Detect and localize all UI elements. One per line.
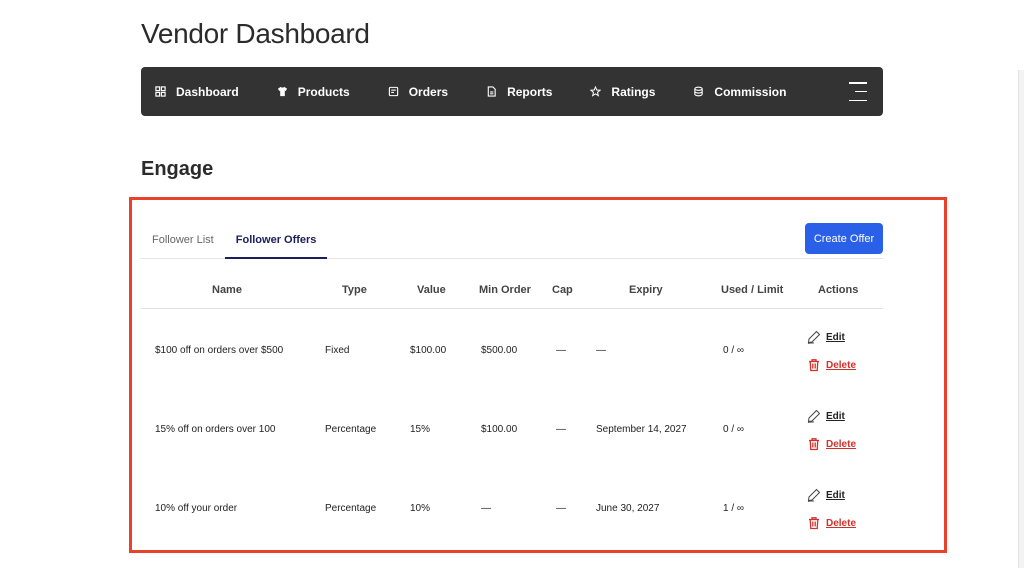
header-min-order: Min Order: [479, 284, 531, 296]
offer-tabs: Follower List Follower Offers: [141, 225, 883, 259]
edit-label: Edit: [826, 331, 845, 343]
header-type: Type: [342, 284, 367, 296]
nav-item-ratings[interactable]: Ratings: [590, 67, 655, 116]
cell-name: $100 off on orders over $500: [155, 345, 284, 356]
cell-expiry: June 30, 2027: [596, 503, 660, 514]
header-expiry: Expiry: [629, 284, 663, 296]
delete-link[interactable]: Delete: [807, 357, 856, 373]
pencil-icon: [807, 330, 821, 344]
table-row: 15% off on orders over 100 Percentage 15…: [141, 388, 883, 467]
cell-name: 10% off your order: [155, 503, 238, 514]
cell-used-limit: 1 / ∞: [723, 503, 745, 514]
cell-type: Percentage: [325, 503, 377, 514]
commission-icon: [694, 86, 704, 97]
cell-value: 15%: [410, 424, 431, 435]
header-name: Name: [212, 284, 242, 296]
cell-min-order: —: [481, 503, 491, 514]
section-title: Engage: [141, 158, 214, 180]
nav-label-ratings: Ratings: [611, 84, 656, 99]
nav-item-commission[interactable]: Commission: [693, 67, 786, 116]
nav-item-products[interactable]: Products: [277, 67, 350, 116]
nav-item-reports[interactable]: Reports: [486, 67, 552, 116]
trash-icon: [809, 517, 819, 530]
cell-cap: —: [556, 424, 566, 435]
cell-min-order: $500.00: [481, 345, 518, 356]
cell-min-order: $100.00: [481, 424, 518, 435]
tab-follower-offers[interactable]: Follower Offers: [224, 225, 328, 259]
trash-icon: [809, 359, 819, 372]
report-icon: [487, 86, 496, 97]
cell-cap: —: [556, 345, 566, 356]
cell-used-limit: 0 / ∞: [723, 424, 745, 435]
vendor-navbar: Dashboard Products Orders Reports Rating…: [141, 67, 883, 116]
cell-type: Percentage: [325, 424, 377, 435]
edit-label: Edit: [826, 410, 845, 422]
row-actions: Edit Delete: [807, 487, 856, 543]
create-offer-button[interactable]: Create Offer: [805, 223, 883, 254]
cell-value: $100.00: [410, 345, 447, 356]
cell-expiry: —: [596, 345, 606, 356]
header-value: Value: [417, 284, 446, 296]
nav-label-reports: Reports: [507, 84, 553, 99]
trash-icon: [809, 438, 819, 451]
delete-label: Delete: [826, 517, 857, 529]
delete-label: Delete: [826, 359, 857, 371]
edit-link[interactable]: Edit: [807, 487, 856, 503]
edit-label: Edit: [826, 489, 845, 501]
nav-item-dashboard[interactable]: Dashboard: [155, 67, 239, 116]
table-header: Name Type Value Min Order Cap Expiry Use…: [141, 272, 883, 309]
tab-follower-list[interactable]: Follower List: [141, 225, 225, 259]
edit-link[interactable]: Edit: [807, 408, 856, 424]
cell-value: 10%: [410, 503, 431, 514]
edit-link[interactable]: Edit: [807, 329, 856, 345]
orders-icon: [388, 86, 398, 97]
dashboard-icon: [155, 86, 166, 97]
delete-link[interactable]: Delete: [807, 515, 856, 531]
nav-label-products: Products: [297, 84, 350, 99]
table-row: 10% off your order Percentage 10% — — Ju…: [141, 467, 883, 546]
pencil-icon: [807, 409, 821, 423]
table-row: $100 off on orders over $500 Fixed $100.…: [141, 309, 883, 388]
page-title: Vendor Dashboard: [141, 18, 370, 49]
offers-table: Name Type Value Min Order Cap Expiry Use…: [141, 272, 883, 546]
header-used-limit: Used / Limit: [721, 284, 784, 296]
nav-label-orders: Orders: [408, 84, 449, 99]
header-cap: Cap: [552, 284, 573, 296]
cell-used-limit: 0 / ∞: [723, 345, 745, 356]
row-actions: Edit Delete: [807, 329, 856, 385]
page-scrollbar[interactable]: [1018, 70, 1024, 568]
nav-label-commission: Commission: [714, 84, 787, 99]
nav-label-dashboard: Dashboard: [176, 84, 239, 99]
header-actions: Actions: [818, 284, 859, 296]
delete-label: Delete: [826, 438, 857, 450]
delete-link[interactable]: Delete: [807, 436, 856, 452]
row-actions: Edit Delete: [807, 408, 856, 464]
cell-type: Fixed: [325, 345, 350, 356]
shirt-icon: [277, 86, 287, 97]
nav-item-orders[interactable]: Orders: [388, 67, 448, 116]
cell-expiry: September 14, 2027: [596, 424, 687, 435]
pencil-icon: [807, 488, 821, 502]
hamburger-menu-icon[interactable]: [849, 82, 867, 101]
cell-cap: —: [556, 503, 566, 514]
star-icon: [590, 86, 602, 97]
cell-name: 15% off on orders over 100: [155, 424, 276, 435]
